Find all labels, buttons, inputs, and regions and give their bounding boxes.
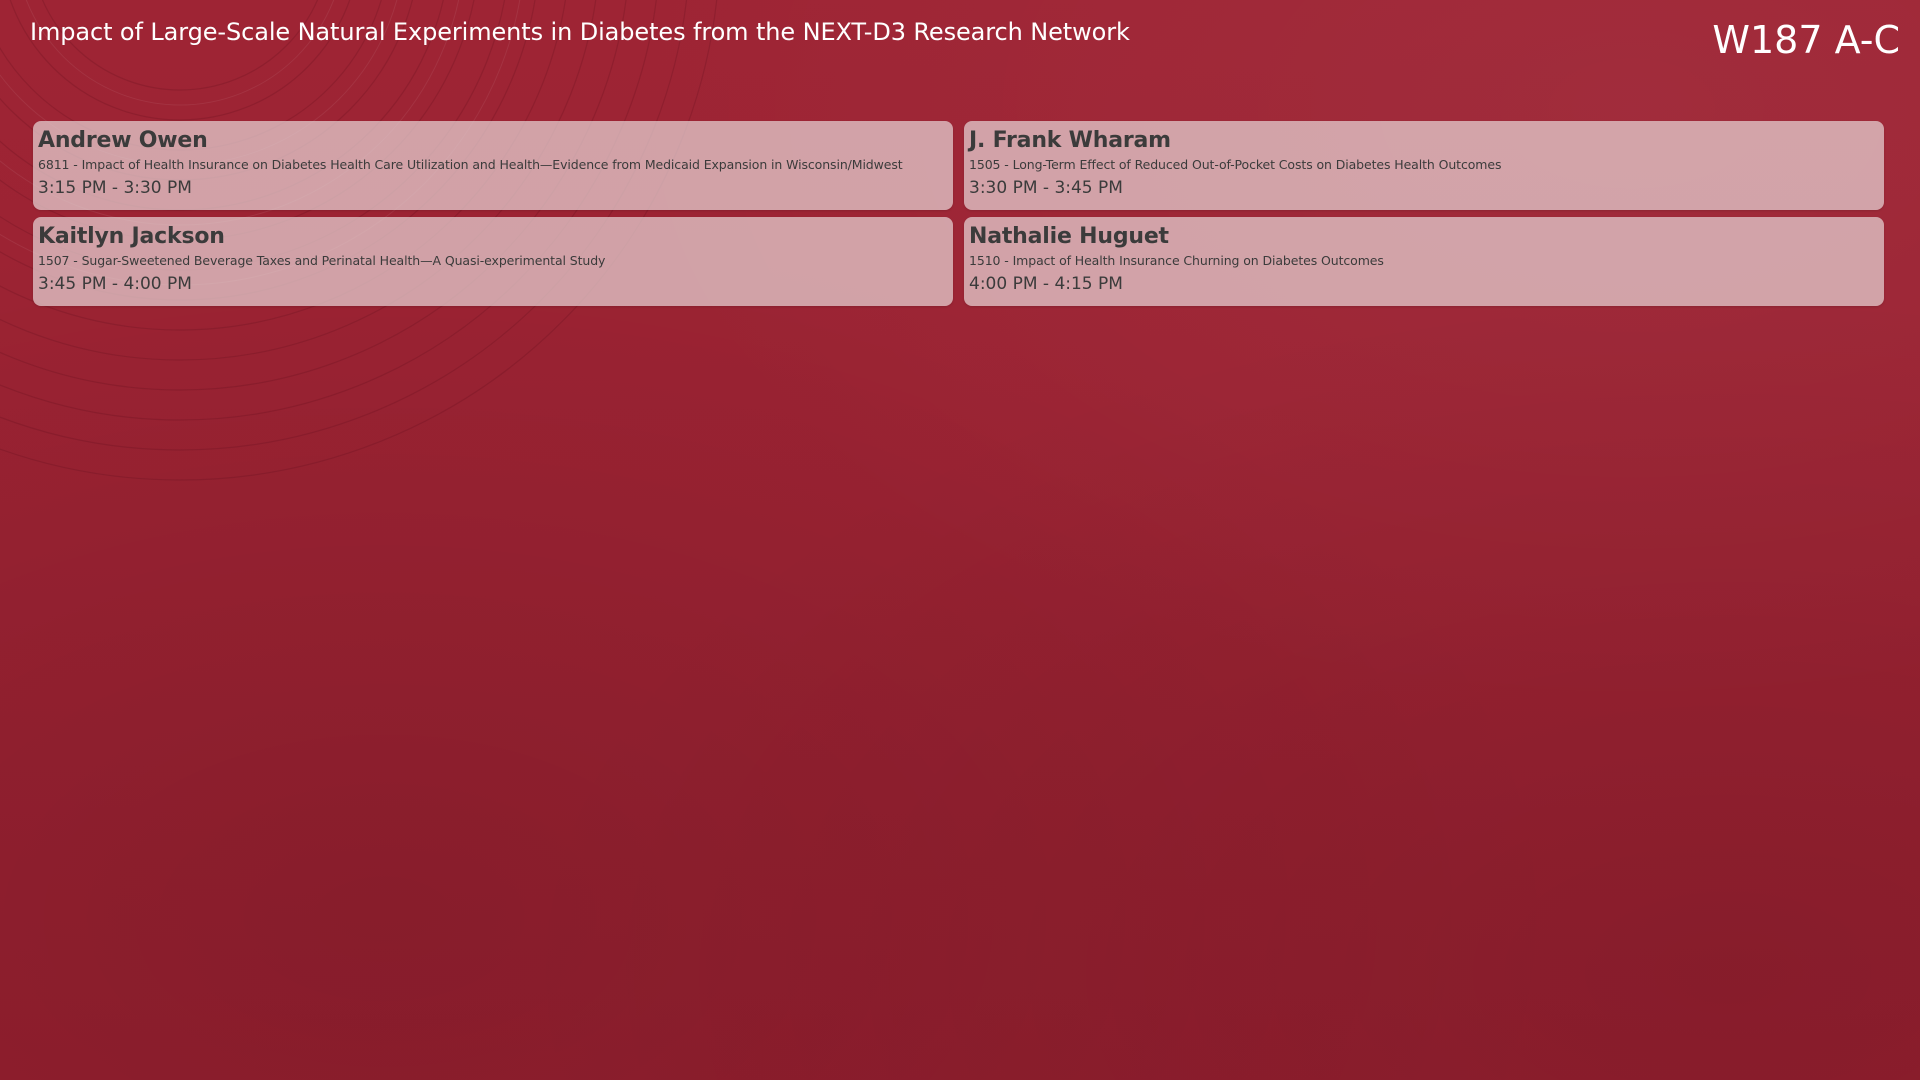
talk-title: 1507 - Sugar-Sweetened Beverage Taxes an… <box>38 253 606 268</box>
presentation-card: Andrew Owen 6811 - Impact of Health Insu… <box>33 121 953 210</box>
time-slot: 3:15 PM - 3:30 PM <box>38 178 192 198</box>
time-slot: 4:00 PM - 4:15 PM <box>969 274 1123 294</box>
time-slot: 3:45 PM - 4:00 PM <box>38 274 192 294</box>
presentation-card: Nathalie Huguet 1510 - Impact of Health … <box>964 217 1884 306</box>
session-title: Impact of Large-Scale Natural Experiment… <box>30 18 1130 46</box>
talk-title: 6811 - Impact of Health Insurance on Dia… <box>38 157 903 172</box>
presentation-card: Kaitlyn Jackson 1507 - Sugar-Sweetened B… <box>33 217 953 306</box>
header: Impact of Large-Scale Natural Experiment… <box>0 0 1920 90</box>
speaker-name: Nathalie Huguet <box>969 224 1169 249</box>
presentation-card: J. Frank Wharam 1505 - Long-Term Effect … <box>964 121 1884 210</box>
time-slot: 3:30 PM - 3:45 PM <box>969 178 1123 198</box>
speaker-name: Andrew Owen <box>38 128 208 153</box>
talk-title: 1505 - Long-Term Effect of Reduced Out-o… <box>969 157 1502 172</box>
speaker-name: Kaitlyn Jackson <box>38 224 225 249</box>
presentation-grid: Andrew Owen 6811 - Impact of Health Insu… <box>33 121 1884 306</box>
talk-title: 1510 - Impact of Health Insurance Churni… <box>969 253 1384 268</box>
speaker-name: J. Frank Wharam <box>969 128 1171 153</box>
room-label: W187 A-C <box>1712 18 1900 62</box>
